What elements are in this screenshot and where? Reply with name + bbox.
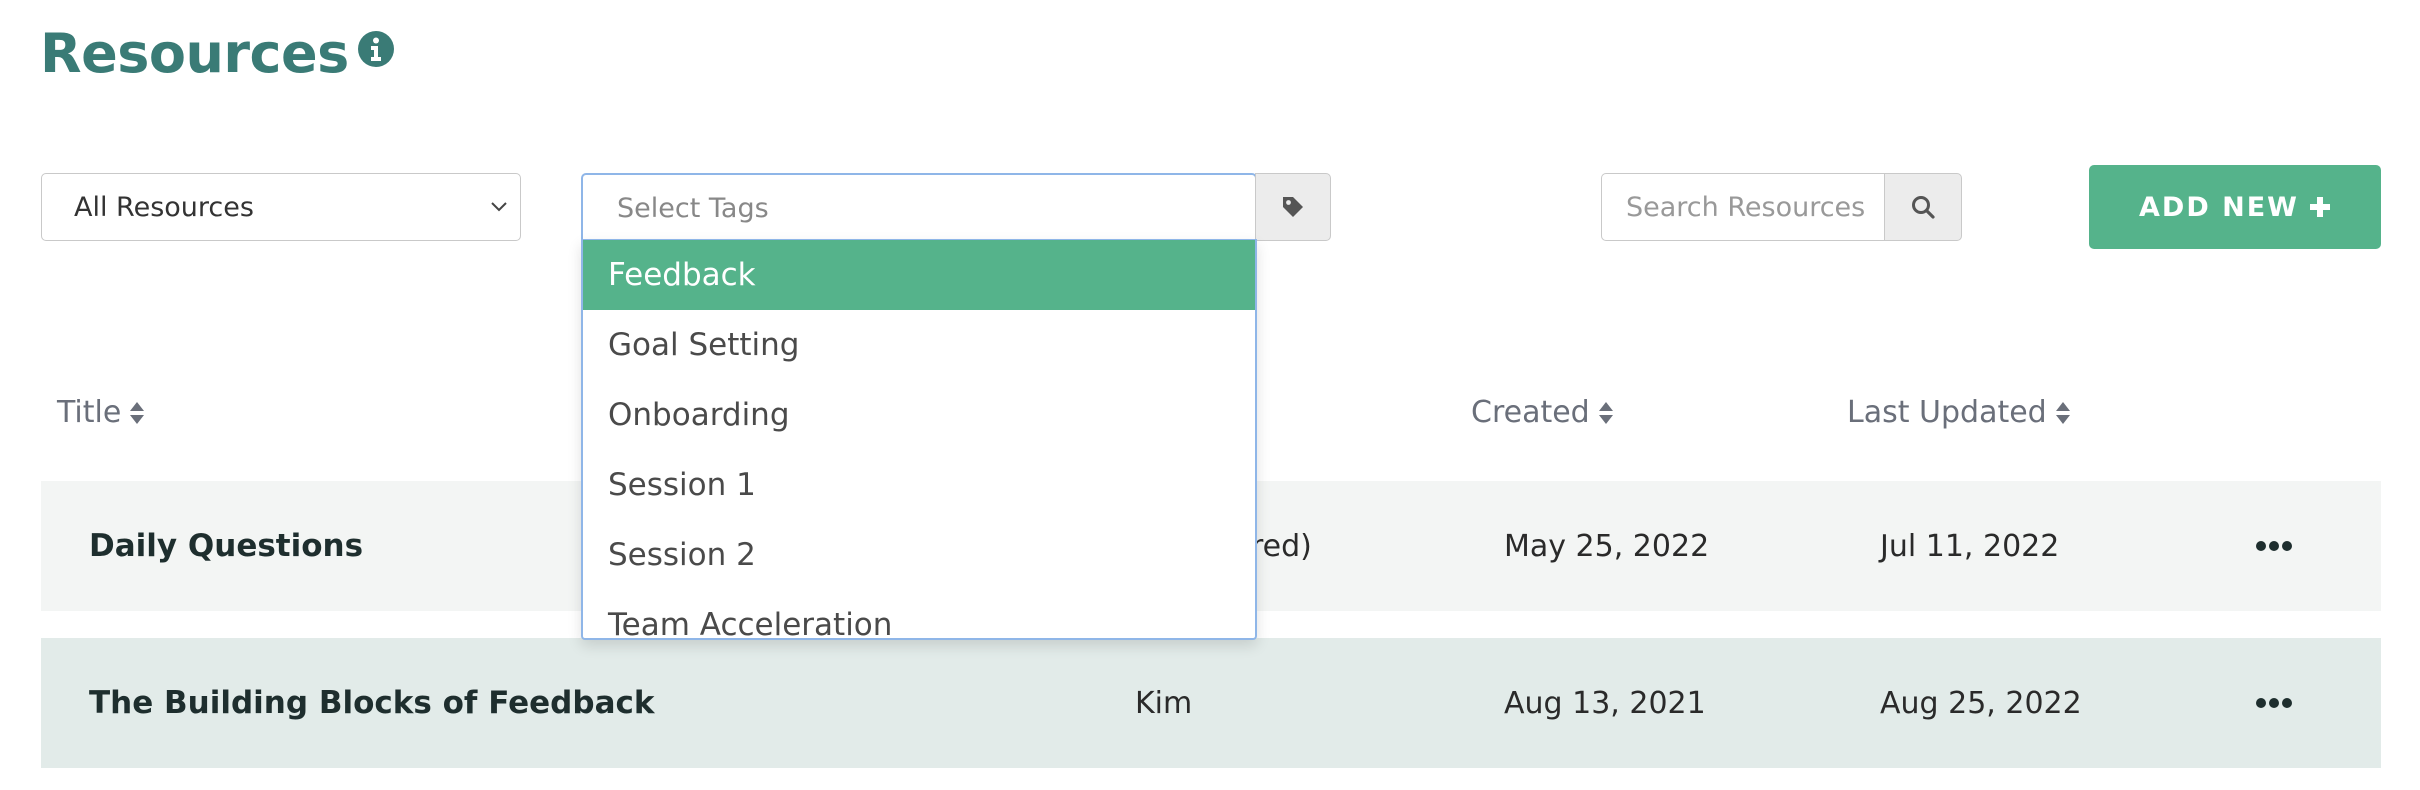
row-owner: Kim [1135, 685, 1193, 721]
row-owner: red) [1251, 528, 1312, 564]
search-button[interactable] [1884, 173, 1962, 241]
search-placeholder: Search Resources [1626, 191, 1866, 223]
tag-option-goal-setting[interactable]: Goal Setting [583, 310, 1255, 380]
info-circle-icon[interactable] [357, 30, 395, 68]
ellipsis-icon [2256, 698, 2292, 708]
column-header-created[interactable]: Created [1471, 395, 1614, 430]
column-created-label: Created [1471, 395, 1590, 430]
column-title-label: Title [57, 395, 122, 430]
row-created: Aug 13, 2021 [1504, 685, 1706, 721]
row-created: May 25, 2022 [1504, 528, 1710, 564]
tag-option-feedback[interactable]: Feedback [583, 240, 1255, 310]
chevron-down-icon [491, 202, 507, 212]
search-icon [1912, 196, 1935, 219]
row-actions-button[interactable] [2255, 481, 2293, 611]
row-last-updated: Jul 11, 2022 [1880, 528, 2060, 564]
row-last-updated: Aug 25, 2022 [1880, 685, 2082, 721]
tag-filter-button[interactable] [1255, 173, 1331, 241]
tags-placeholder: Select Tags [617, 192, 769, 224]
tag-option-team-acceleration[interactable]: Team Acceleration [583, 590, 1255, 638]
tag-option-session-2[interactable]: Session 2 [583, 520, 1255, 590]
column-header-title[interactable]: Title [57, 395, 145, 430]
column-header-last-updated[interactable]: Last Updated [1847, 395, 2071, 430]
column-last-updated-label: Last Updated [1847, 395, 2047, 430]
add-new-button[interactable]: ADD NEW [2089, 165, 2381, 249]
add-new-label: ADD NEW [2139, 191, 2299, 223]
search-input[interactable]: Search Resources [1601, 173, 1885, 241]
row-title[interactable]: Daily Questions [89, 481, 363, 611]
page-header: Resources [40, 18, 395, 90]
page-title: Resources [40, 22, 349, 85]
ellipsis-icon [2256, 541, 2292, 551]
sort-icon [130, 401, 145, 424]
tags-select-input[interactable]: Select Tags [581, 173, 1257, 241]
resource-type-select[interactable]: All Resources [41, 173, 521, 241]
tags-dropdown-menu: Feedback Goal Setting Onboarding Session… [581, 239, 1257, 640]
sort-icon [1598, 401, 1613, 424]
sort-icon [2055, 401, 2070, 424]
resource-type-value: All Resources [74, 191, 254, 223]
table-row[interactable]: The Building Blocks of Feedback Kim Aug … [41, 638, 2381, 768]
row-actions-button[interactable] [2255, 638, 2293, 768]
plus-icon [2309, 197, 2330, 217]
tag-icon [1283, 197, 1303, 217]
row-title[interactable]: The Building Blocks of Feedback [89, 638, 654, 768]
tag-option-session-1[interactable]: Session 1 [583, 450, 1255, 520]
tag-option-onboarding[interactable]: Onboarding [583, 380, 1255, 450]
